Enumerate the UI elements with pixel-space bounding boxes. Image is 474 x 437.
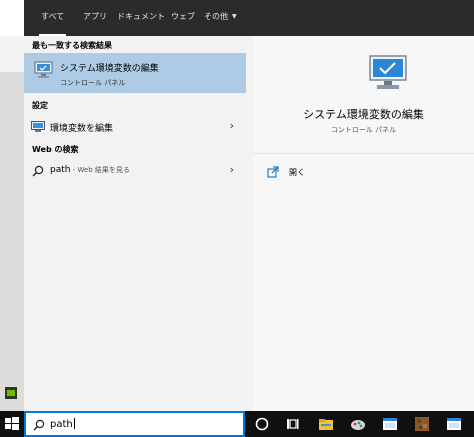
chevron-down-icon: ▼ [232,13,237,20]
window-app-icon[interactable] [382,416,398,432]
minecraft-app-icon[interactable] [414,416,430,432]
window-app-icon[interactable] [446,416,462,432]
preview-subtitle: コントロール パネル [330,126,397,134]
chevron-right-icon[interactable]: › [230,119,234,132]
best-match-subtitle: コントロール パネル [60,79,126,87]
best-match-title: システム環境変数の編集 [60,64,159,74]
taskbar: path [0,411,474,437]
magnifier-icon [33,419,45,431]
paint-app-icon[interactable] [350,416,366,432]
text-caret [73,418,75,429]
best-match-result[interactable]: システム環境変数の編集 コントロール パネル [24,53,246,93]
task-view-icon[interactable] [284,416,300,432]
file-explorer-icon[interactable] [318,416,334,432]
monitor-icon [31,121,45,132]
tab-apps[interactable]: アプリ [83,11,107,22]
monitor-icon [369,55,407,89]
preview-header: システム環境変数の編集 コントロール パネル [253,36,474,154]
windows-start-icon[interactable] [0,411,24,437]
best-match-heading: 最も一致する検索結果 [32,41,112,50]
results-pane: 最も一致する検索結果 システム環境変数の編集 コントロール パネル 設定 環境変… [24,36,253,411]
tab-documents[interactable]: ドキュメント [117,11,165,22]
monitor-icon [34,61,53,78]
preview-pane: システム環境変数の編集 コントロール パネル 開く [253,36,474,411]
tab-all[interactable]: すべて [38,11,67,36]
settings-result-item[interactable]: 環境変数を編集 › [24,116,246,138]
open-external-icon [267,166,279,178]
web-result-item[interactable]: path - Web 結果を見る › [24,160,246,182]
open-label: 開く [289,168,305,177]
tab-web[interactable]: ウェブ [171,11,195,22]
web-search-heading: Web の検索 [32,145,79,154]
tab-more-label: その他 [204,12,228,21]
web-result-label: path - Web 結果を見る [50,165,130,175]
web-result-hint: - Web 結果を見る [70,166,130,174]
search-box[interactable]: path [24,411,245,437]
desktop-top-panel [0,36,24,72]
search-input-value: path [50,419,73,430]
chevron-right-icon[interactable]: › [230,163,234,176]
settings-result-label: 環境変数を編集 [50,124,114,134]
magnifier-icon [32,165,44,177]
search-scope-tabs: すべて アプリ ドキュメント ウェブ その他 ▼ [24,0,474,36]
cortana-icon[interactable] [254,416,270,432]
web-result-query: path [50,165,71,175]
desktop-strip [0,36,24,411]
search-input[interactable]: path [50,418,75,430]
preview-title: システム環境変数の編集 [303,108,424,121]
desktop-app-icon[interactable] [5,387,17,399]
tab-more[interactable]: その他 ▼ [204,11,237,22]
settings-heading: 設定 [32,101,48,110]
